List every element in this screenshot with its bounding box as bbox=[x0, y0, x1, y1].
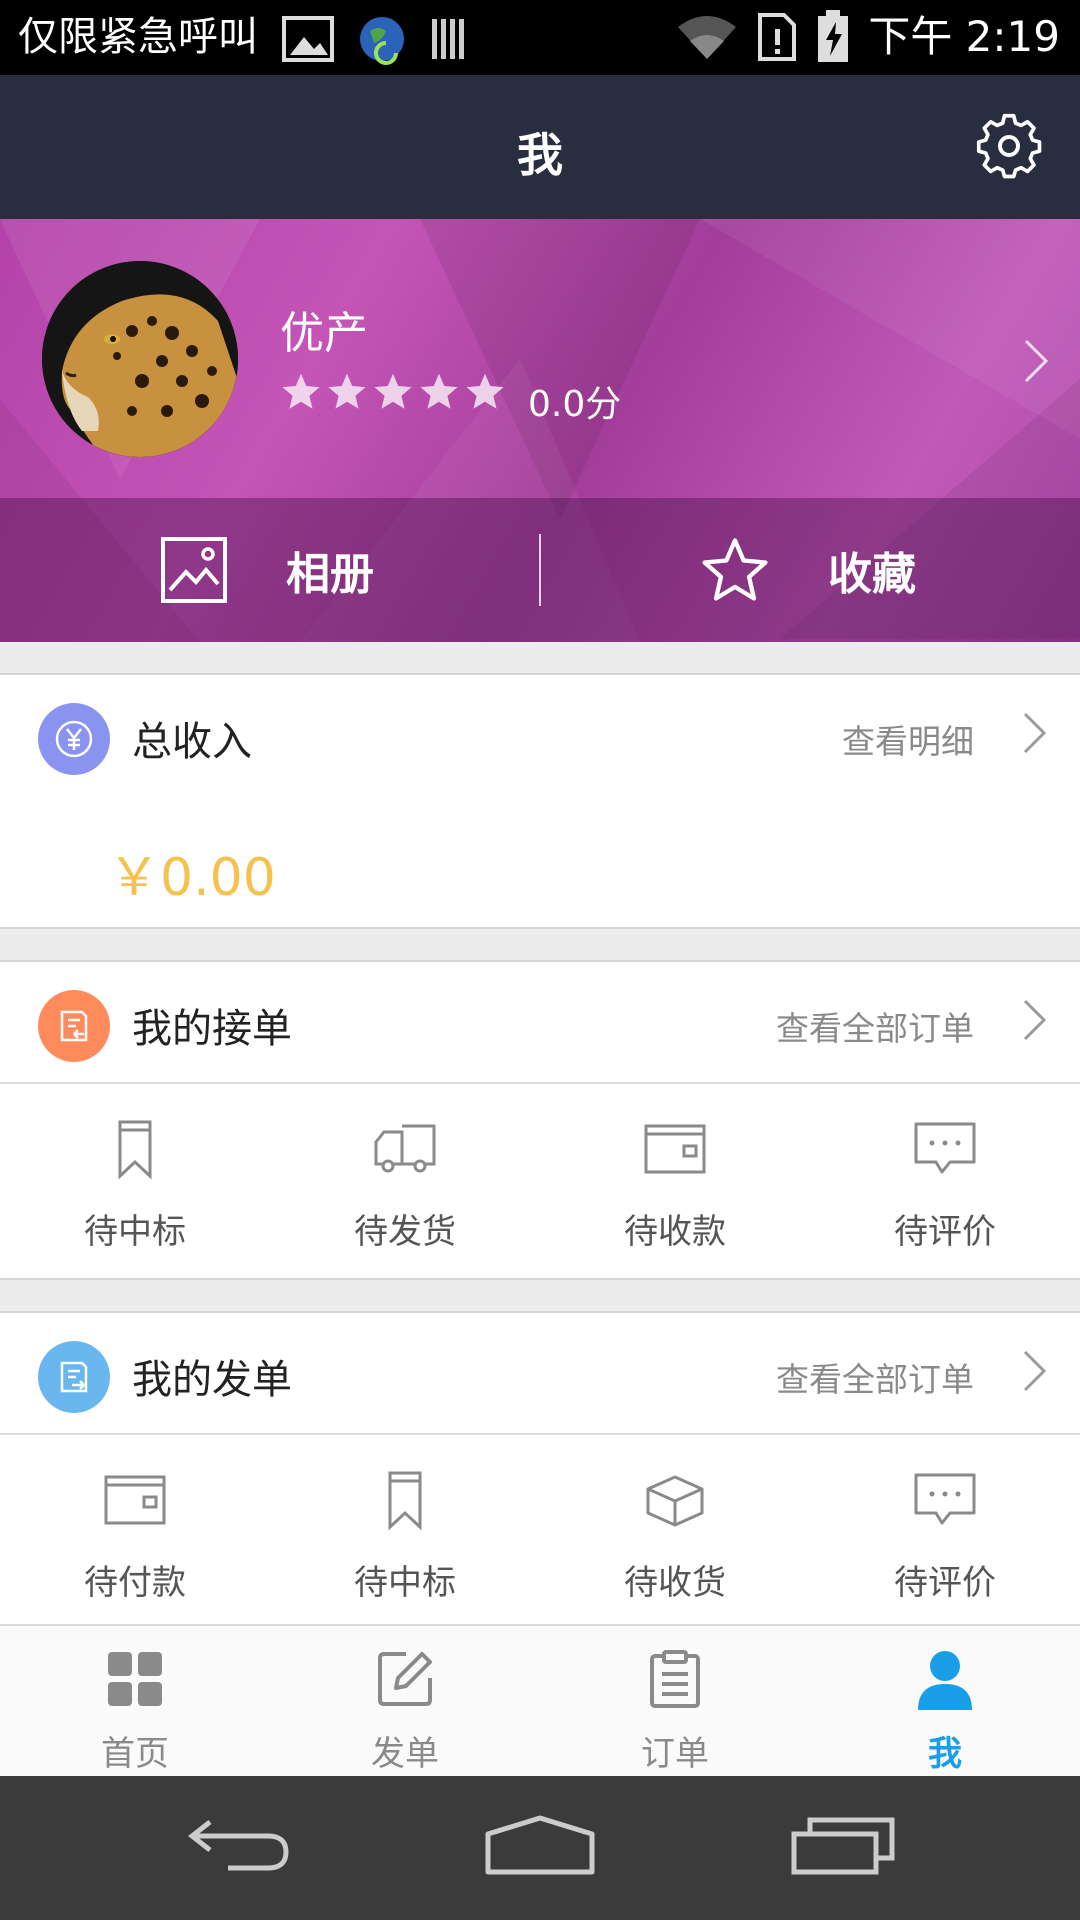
notification-icons bbox=[282, 13, 466, 65]
status-bar: 仅限紧急呼叫 下午 2:19 bbox=[0, 0, 1080, 75]
received-orders-header[interactable]: 我的接单 查看全部订单 bbox=[0, 962, 1080, 1082]
sent-pending-bid[interactable]: 待中标 bbox=[270, 1437, 540, 1627]
nav-me-label: 我 bbox=[928, 1734, 962, 1774]
chevron-right-icon[interactable] bbox=[1022, 998, 1048, 1042]
sent-pending-payment-label: 待付款 bbox=[84, 1563, 186, 1603]
received-pending-ship[interactable]: 待发货 bbox=[270, 1086, 540, 1276]
truck-icon bbox=[374, 1124, 436, 1173]
income-header[interactable]: 总收入 查看明细 bbox=[0, 675, 1080, 795]
nav-me[interactable]: 我 bbox=[810, 1626, 1080, 1776]
star-icon bbox=[466, 373, 504, 409]
clipboard-icon bbox=[650, 1650, 700, 1708]
package-icon bbox=[646, 1475, 704, 1527]
view-all-sent-orders-link[interactable]: 查看全部订单 bbox=[776, 1353, 974, 1401]
globe-sync-icon bbox=[360, 17, 404, 65]
order-receive-icon bbox=[38, 990, 110, 1062]
image-icon bbox=[161, 537, 227, 603]
received-pending-bid[interactable]: 待中标 bbox=[0, 1086, 270, 1276]
yen-icon bbox=[38, 703, 110, 775]
sent-pending-receipt[interactable]: 待收货 bbox=[540, 1437, 810, 1627]
nav-home-label: 首页 bbox=[101, 1734, 169, 1774]
star-icon bbox=[328, 373, 366, 409]
sent-orders-grid: 待付款 待中标 待收货 待评价 bbox=[0, 1437, 1080, 1627]
divider bbox=[0, 1082, 1080, 1084]
chevron-right-icon[interactable] bbox=[1022, 337, 1050, 385]
leopard-avatar-image bbox=[42, 261, 238, 457]
received-orders-title: 我的接单 bbox=[132, 1006, 292, 1052]
sent-pending-bid-label: 待中标 bbox=[354, 1563, 456, 1603]
sent-pending-payment[interactable]: 待付款 bbox=[0, 1437, 270, 1627]
rating-stars bbox=[280, 371, 506, 413]
wifi-icon bbox=[678, 16, 737, 59]
bookmark-icon bbox=[118, 1120, 152, 1180]
income-title: 总收入 bbox=[132, 719, 252, 765]
person-icon bbox=[918, 1651, 972, 1710]
tab-album-label: 相册 bbox=[286, 549, 374, 600]
received-pending-payment[interactable]: 待收款 bbox=[540, 1086, 810, 1276]
received-pending-review[interactable]: 待评价 bbox=[810, 1086, 1080, 1276]
order-send-icon bbox=[38, 1341, 110, 1413]
chevron-right-icon[interactable] bbox=[1022, 711, 1048, 755]
income-amount: ￥0.00 bbox=[108, 848, 276, 908]
profile-header[interactable]: 优产 0.0分 相册 收藏 bbox=[0, 219, 1080, 642]
rating-score: 0.0分 bbox=[528, 384, 622, 425]
divider bbox=[0, 1433, 1080, 1435]
tab-album[interactable]: 相册 bbox=[160, 498, 374, 642]
comment-icon bbox=[914, 1473, 976, 1525]
received-orders-card: 我的接单 查看全部订单 待中标 待发货 待收款 待评价 bbox=[0, 960, 1080, 1280]
bottom-navigation: 首页 发单 订单 我 bbox=[0, 1624, 1080, 1776]
sim-alert-icon bbox=[758, 13, 797, 61]
system-navigation-bar bbox=[0, 1776, 1080, 1920]
star-icon bbox=[374, 373, 412, 409]
view-all-received-orders-link[interactable]: 查看全部订单 bbox=[776, 1002, 974, 1050]
received-pending-ship-label: 待发货 bbox=[354, 1212, 456, 1252]
star-outline-icon bbox=[702, 538, 768, 601]
username: 优产 bbox=[280, 308, 368, 359]
nav-home[interactable]: 首页 bbox=[0, 1626, 270, 1776]
profile-tabs: 相册 收藏 bbox=[0, 498, 1080, 642]
avatar[interactable] bbox=[42, 261, 238, 457]
home-icon[interactable] bbox=[484, 1814, 596, 1876]
nav-post-order-label: 发单 bbox=[371, 1734, 439, 1774]
grid-icon bbox=[108, 1652, 162, 1706]
tab-favorites[interactable]: 收藏 bbox=[700, 498, 916, 642]
gallery-notification-icon bbox=[282, 16, 334, 62]
page-title: 我 bbox=[517, 128, 563, 182]
sent-orders-card: 我的发单 查看全部订单 待付款 待中标 待收货 待评价 bbox=[0, 1311, 1080, 1627]
view-details-link[interactable]: 查看明细 bbox=[842, 715, 974, 763]
chevron-right-icon[interactable] bbox=[1022, 1349, 1048, 1393]
battery-icon bbox=[818, 10, 849, 62]
received-pending-review-label: 待评价 bbox=[894, 1212, 996, 1252]
received-pending-bid-label: 待中标 bbox=[84, 1212, 186, 1252]
clock: 下午 2:19 bbox=[868, 12, 1060, 61]
income-card: 总收入 查看明细 ￥0.00 bbox=[0, 673, 1080, 929]
sent-pending-review-label: 待评价 bbox=[894, 1563, 996, 1603]
comment-icon bbox=[914, 1122, 976, 1174]
tab-divider bbox=[539, 534, 541, 606]
nav-orders[interactable]: 订单 bbox=[540, 1626, 810, 1776]
sent-pending-receipt-label: 待收货 bbox=[624, 1563, 726, 1603]
sent-orders-header[interactable]: 我的发单 查看全部订单 bbox=[0, 1313, 1080, 1433]
sent-orders-title: 我的发单 bbox=[132, 1357, 292, 1403]
back-icon[interactable] bbox=[188, 1814, 292, 1876]
gear-icon[interactable] bbox=[976, 113, 1042, 179]
carrier-text: 仅限紧急呼叫 bbox=[18, 14, 258, 60]
star-icon bbox=[282, 373, 320, 409]
wallet-icon bbox=[104, 1475, 166, 1525]
sent-pending-review[interactable]: 待评价 bbox=[810, 1437, 1080, 1627]
title-bar: 我 bbox=[0, 75, 1080, 219]
bookmark-icon bbox=[388, 1471, 422, 1531]
recent-apps-icon[interactable] bbox=[790, 1814, 896, 1876]
received-orders-grid: 待中标 待发货 待收款 待评价 bbox=[0, 1086, 1080, 1276]
nav-orders-label: 订单 bbox=[641, 1734, 709, 1774]
received-pending-payment-label: 待收款 bbox=[624, 1212, 726, 1252]
star-icon bbox=[420, 373, 458, 409]
barcode-icon bbox=[432, 19, 464, 59]
edit-icon bbox=[378, 1652, 432, 1706]
nav-post-order[interactable]: 发单 bbox=[270, 1626, 540, 1776]
tab-favorites-label: 收藏 bbox=[828, 549, 916, 600]
status-right: 下午 2:19 bbox=[676, 8, 1060, 66]
wallet-icon bbox=[644, 1124, 706, 1174]
